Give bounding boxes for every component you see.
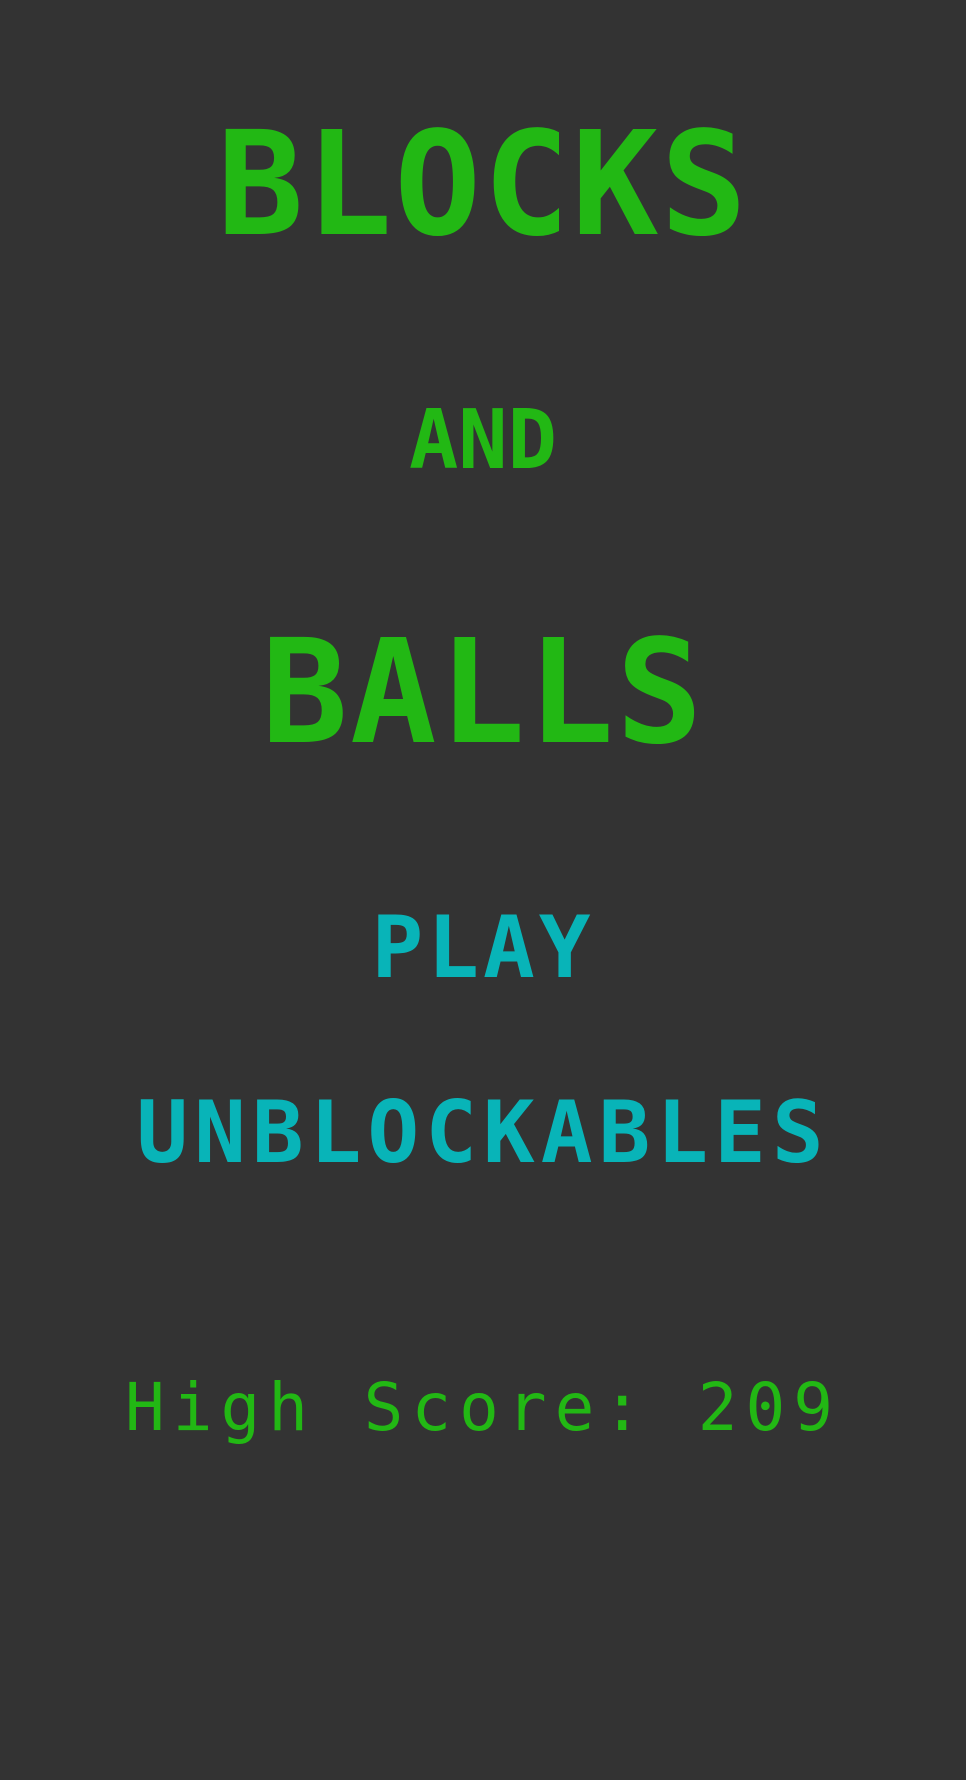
main-menu-screen: BLOCKS AND BALLS PLAY UNBLOCKABLES High … <box>0 0 966 1780</box>
title-blocks: BLOCKS <box>216 100 750 268</box>
title-balls: BALLS <box>261 608 705 776</box>
high-score-label: High Score: 209 <box>124 1369 842 1446</box>
unblockables-button[interactable]: UNBLOCKABLES <box>0 1090 966 1176</box>
play-button[interactable]: PLAY <box>0 905 966 991</box>
title-and: AND <box>408 393 558 488</box>
